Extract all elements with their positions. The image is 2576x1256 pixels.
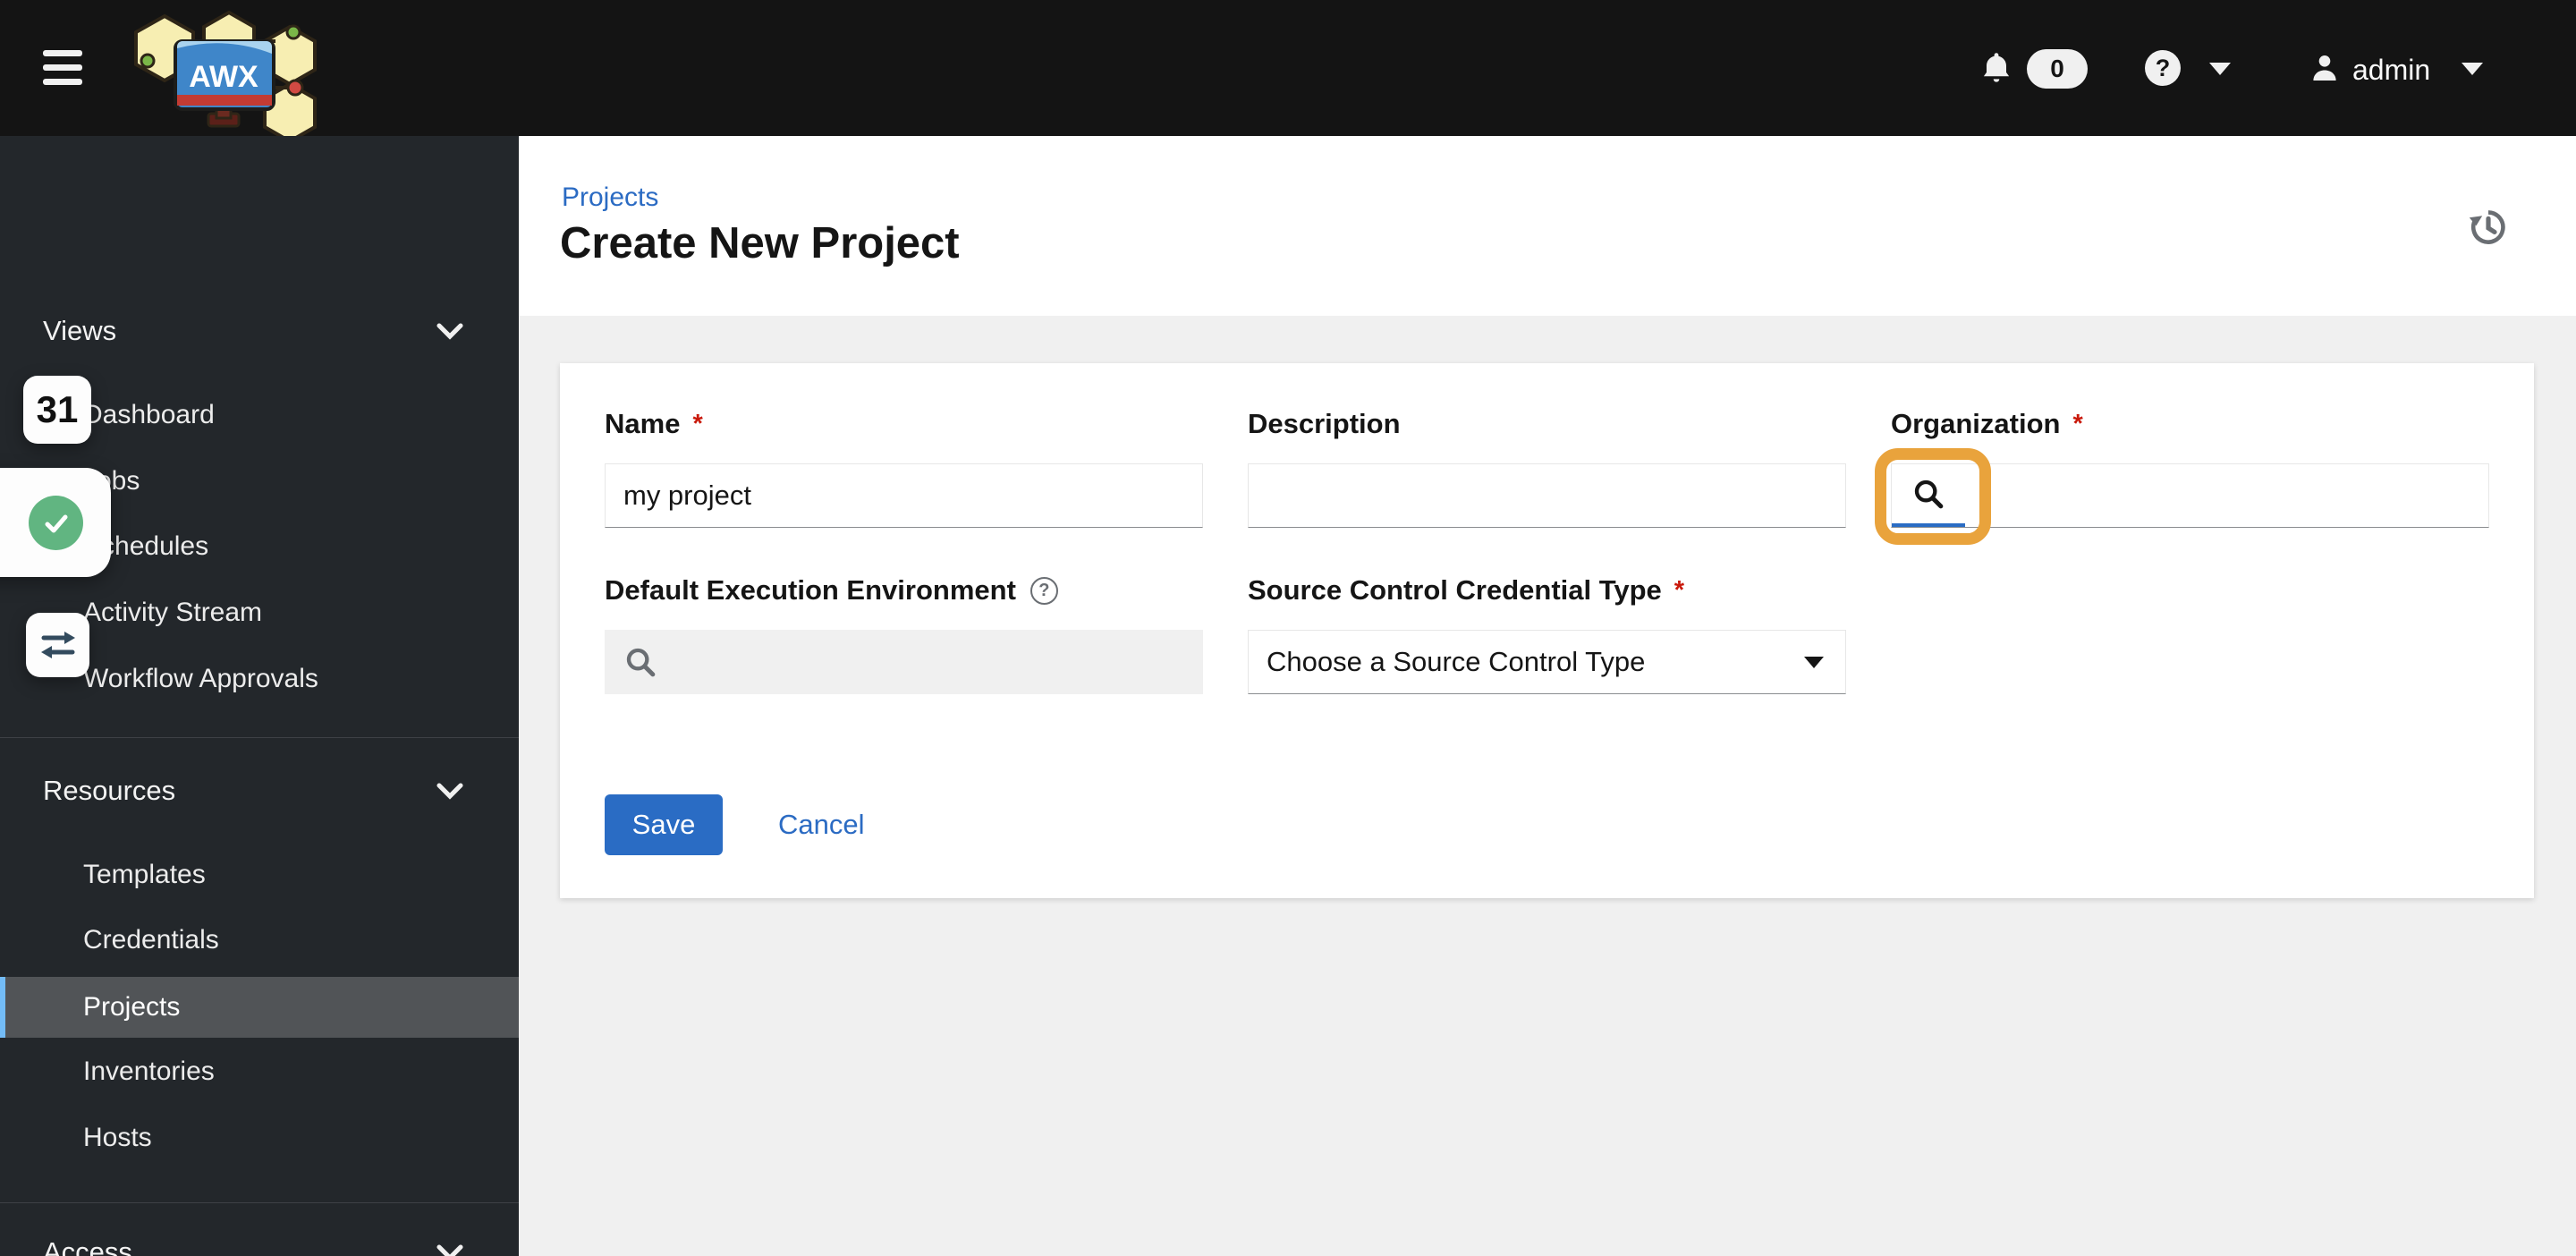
sidebar-item-label: Projects — [83, 992, 181, 1022]
sidebar-item-templates[interactable]: Templates — [83, 860, 206, 890]
sidebar-item-hosts[interactable]: Hosts — [83, 1123, 152, 1153]
organization-search-button[interactable] — [1892, 464, 1965, 527]
chevron-down-icon[interactable] — [436, 782, 463, 800]
sidebar-divider — [0, 737, 519, 738]
user-icon — [2313, 55, 2336, 81]
awx-app: AWX 0 ? admin Views Dashboard Jobs Sched… — [0, 0, 2576, 1256]
help-icon[interactable]: ? — [2145, 50, 2181, 86]
awx-logo[interactable]: AWX — [123, 2, 320, 136]
notifications-bell-icon[interactable] — [1977, 48, 2016, 89]
user-menu-caret-icon[interactable] — [2462, 63, 2483, 75]
description-input[interactable] — [1248, 463, 1846, 528]
help-menu-caret-icon[interactable] — [2209, 63, 2231, 75]
sidebar-nav: Views Dashboard Jobs Schedules Activity … — [0, 136, 519, 1256]
required-asterisk: * — [1674, 575, 1685, 605]
organization-label: Organization * — [1891, 408, 2083, 439]
caret-down-icon — [1804, 656, 1824, 668]
page-title: Create New Project — [560, 219, 960, 267]
sidebar-item-inventories[interactable]: Inventories — [83, 1057, 215, 1087]
sidebar-section-access[interactable]: Access — [43, 1236, 132, 1256]
scm-credential-type-label: Source Control Credential Type * — [1248, 574, 1685, 606]
organization-lookup-group — [1891, 463, 2489, 528]
current-user-label[interactable]: admin — [2352, 54, 2430, 87]
execution-environment-label: Default Execution Environment ? — [605, 574, 1058, 607]
swap-arrows-annotation — [26, 613, 89, 677]
hamburger-icon — [43, 50, 82, 56]
chevron-down-icon[interactable] — [436, 1243, 463, 1256]
check-circle-icon — [29, 496, 83, 550]
masthead: AWX 0 ? admin — [0, 0, 2576, 136]
required-asterisk: * — [692, 409, 703, 438]
scm-credential-type-select[interactable]: Choose a Source Control Type — [1248, 630, 1846, 694]
save-button[interactable]: Save — [605, 794, 723, 855]
awx-logo-text: AWX — [189, 60, 258, 94]
description-label: Description — [1248, 408, 1401, 439]
search-icon — [626, 648, 656, 677]
name-input[interactable] — [605, 463, 1203, 528]
sidebar-item-activity-stream[interactable]: Activity Stream — [83, 598, 262, 628]
success-annotation-card — [0, 468, 111, 577]
history-icon[interactable] — [2467, 206, 2510, 249]
sidebar-item-workflow-approvals[interactable]: Workflow Approvals — [83, 664, 318, 694]
swap-arrows-icon — [40, 632, 75, 658]
breadcrumb-projects-link[interactable]: Projects — [562, 182, 658, 213]
name-label: Name * — [605, 408, 703, 439]
notification-count-badge[interactable]: 0 — [2027, 49, 2088, 89]
help-tooltip-icon[interactable]: ? — [1030, 576, 1058, 605]
sidebar-item-credentials[interactable]: Credentials — [83, 925, 219, 955]
sidebar-item-projects[interactable]: Projects — [0, 977, 519, 1038]
step-counter-badge: 31 — [23, 376, 91, 444]
required-asterisk: * — [2072, 409, 2083, 438]
execution-environment-lookup[interactable] — [605, 630, 1203, 694]
nav-toggle-button[interactable] — [43, 50, 82, 86]
search-icon — [1914, 479, 1944, 509]
organization-input[interactable] — [1965, 464, 2488, 527]
cancel-button[interactable]: Cancel — [778, 809, 865, 841]
sidebar-section-views[interactable]: Views — [43, 315, 116, 347]
chevron-down-icon[interactable] — [436, 322, 463, 340]
create-project-form-card: Name * Description Organization * Defaul… — [560, 363, 2534, 898]
select-value: Choose a Source Control Type — [1267, 646, 1646, 677]
sidebar-divider — [0, 1202, 519, 1203]
sidebar-section-resources[interactable]: Resources — [43, 775, 175, 807]
sidebar-item-dashboard[interactable]: Dashboard — [83, 400, 215, 430]
